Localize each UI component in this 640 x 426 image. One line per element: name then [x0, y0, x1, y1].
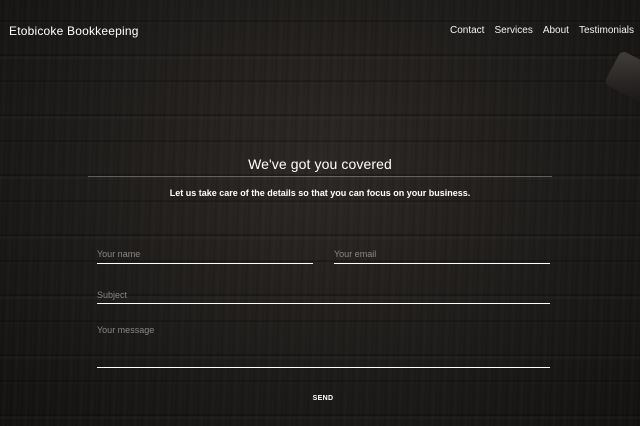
title-divider [88, 176, 552, 177]
message-field [97, 323, 550, 368]
email-input[interactable] [334, 244, 550, 264]
email-field [334, 244, 550, 264]
section-subtitle: Let us take care of the details so that … [169, 188, 471, 198]
name-input[interactable] [97, 244, 313, 264]
subject-field [97, 285, 550, 304]
send-button[interactable]: SEND [300, 392, 346, 404]
section-title: We've got you covered [248, 156, 392, 172]
nav-link-services[interactable]: Services [494, 25, 532, 36]
site-header: Etobicoke Bookkeeping Contact Services A… [0, 0, 640, 62]
subject-input[interactable] [97, 286, 550, 304]
message-textarea[interactable] [97, 323, 550, 367]
main-nav: Contact Services About Testimonials [450, 25, 634, 36]
nav-link-about[interactable]: About [543, 25, 569, 36]
nav-link-contact[interactable]: Contact [450, 25, 484, 36]
name-field [97, 244, 313, 264]
brand-logo-link[interactable]: Etobicoke Bookkeeping [9, 24, 139, 38]
nav-link-testimonials[interactable]: Testimonials [579, 25, 634, 36]
